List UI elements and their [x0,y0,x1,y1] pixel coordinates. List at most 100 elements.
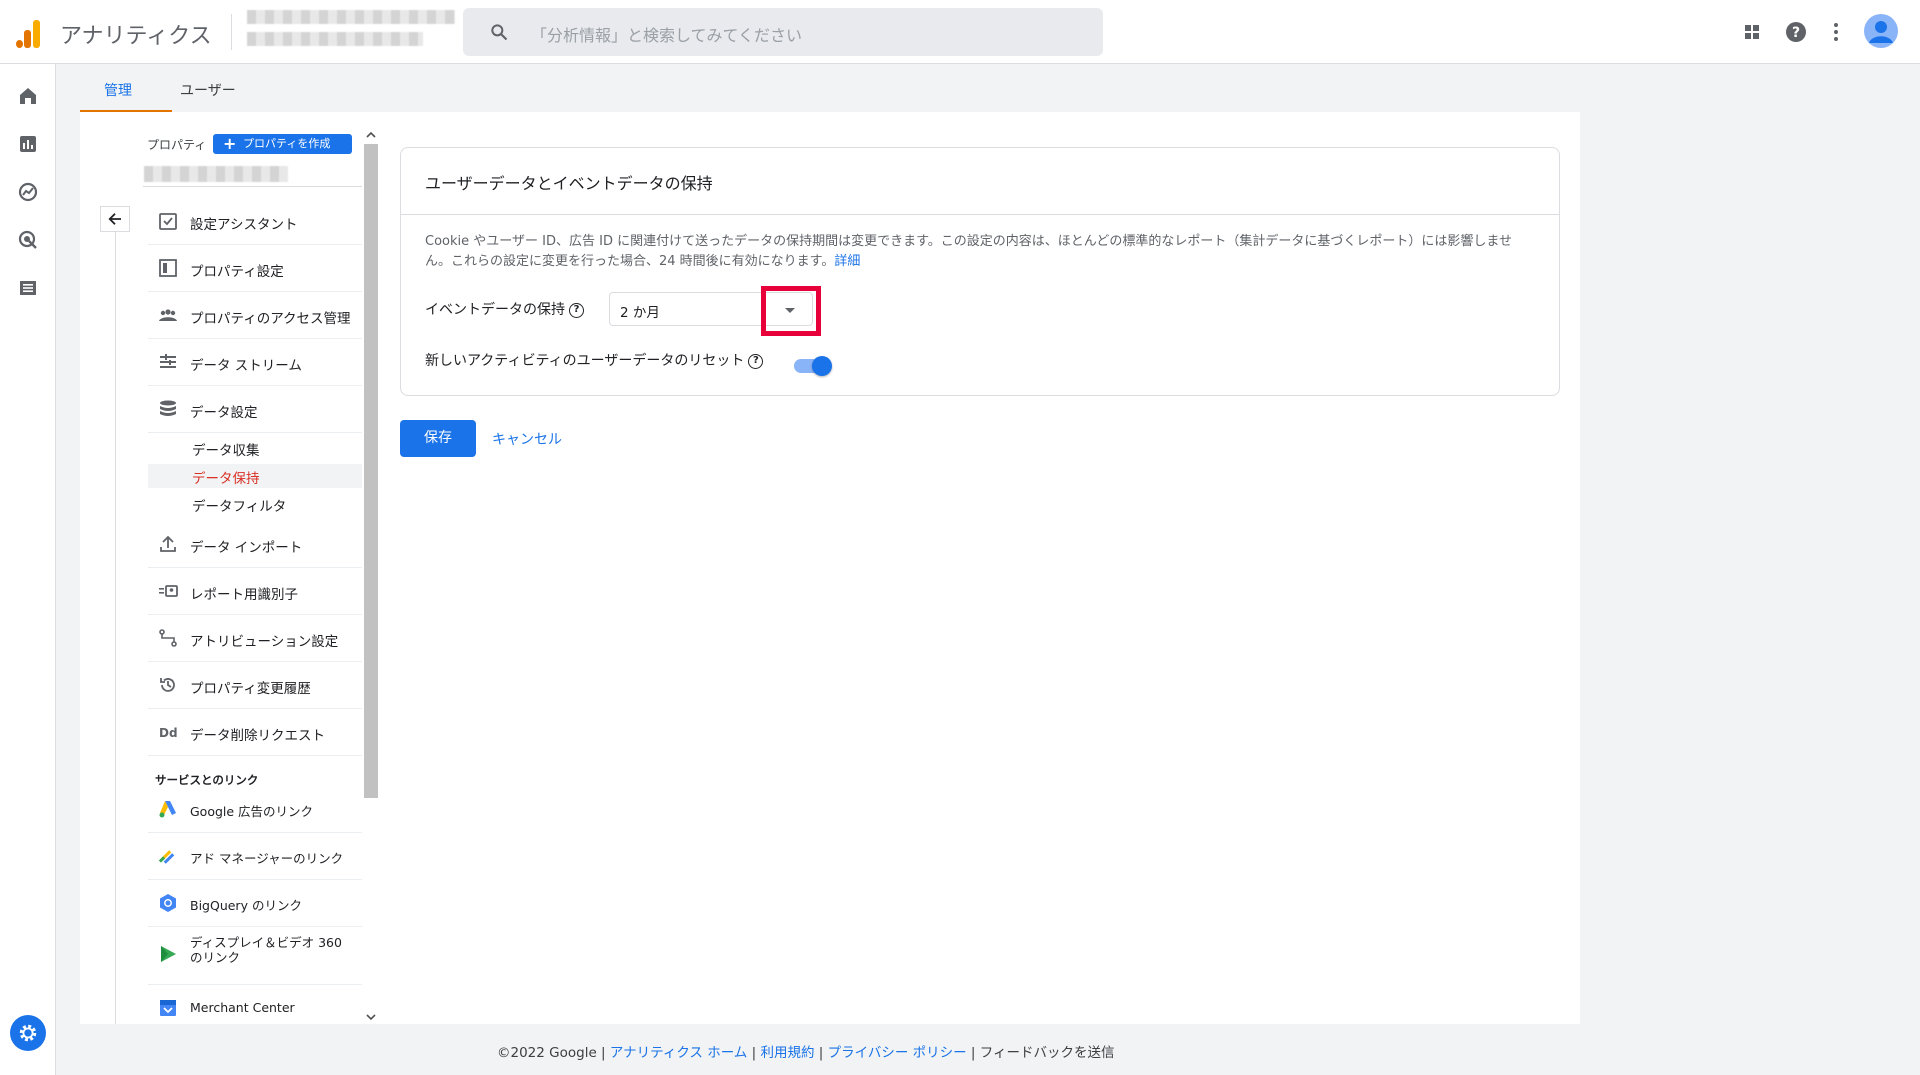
sidebar-item-dv360-links[interactable]: ディスプレイ＆ビデオ 360 のリンク [148,927,362,985]
dropdown-arrow-icon[interactable] [785,308,795,313]
search-placeholder: 「分析情報」と検索してみてください [531,26,803,45]
sidebar-item-label: Merchant Center [190,1000,295,1015]
history-icon [160,678,175,692]
footer-terms-link[interactable]: 利用規約 [760,1045,814,1061]
database-icon [160,400,176,416]
description-text: Cookie やユーザー ID、広告 ID に関連付けて送ったデータの保持期間は… [425,234,1513,269]
tab-user[interactable]: ユーザー [180,80,236,100]
details-link[interactable]: 詳細 [834,254,860,269]
property-selector-blurred[interactable] [144,166,288,182]
avatar[interactable] [1864,14,1898,48]
analytics-logo-icon[interactable] [14,16,42,48]
reports-icon[interactable] [16,132,40,156]
account-name-blurred[interactable] [247,10,455,24]
dd-icon: Dd [159,726,178,740]
sidebar-item-label: データ削除リクエスト [190,728,325,744]
merchant-center-icon [160,1000,176,1016]
event-retention-row: イベントデータの保持? [425,299,584,319]
plus-icon: + [223,134,237,153]
sidebar-item-google-ads-links[interactable]: Google 広告のリンク [148,786,362,833]
google-ads-icon [159,801,176,818]
sidebar-item-label: レポート用識別子 [190,587,298,603]
sidebar-item-setup-assistant[interactable]: 設定アシスタント [148,198,362,245]
dv360-icon [161,946,176,962]
sidebar-item-label: アド マネージャーのリンク [190,851,344,866]
svg-text:?: ? [1792,25,1800,41]
footer-feedback-link[interactable]: フィードバックを送信 [980,1045,1115,1061]
sidebar-item-label: 設定アシスタント [190,217,298,233]
more-vert-icon[interactable] [1824,20,1848,44]
sidebar-item-label: Google 広告のリンク [190,804,314,819]
sidebar-item-data-import[interactable]: データ インポート [148,521,362,568]
sidebar-subitem-data-filters[interactable]: データフィルタ [192,495,286,515]
title-divider [231,14,232,50]
apps-grid-icon[interactable] [1740,20,1764,44]
scroll-down-icon[interactable] [364,1010,378,1024]
ad-manager-icon [158,850,175,864]
attribution-icon [159,629,177,647]
sidebar-item-label: BigQuery のリンク [190,898,302,913]
people-icon [159,309,177,321]
scroll-up-icon[interactable] [364,128,378,142]
sidebar-item-label: データ ストリーム [190,358,302,374]
help-circle-icon[interactable]: ? [569,302,584,318]
data-retention-card: ユーザーデータとイベントデータの保持 Cookie やユーザー ID、広告 ID… [400,147,1560,396]
admin-settings-button[interactable] [10,1015,46,1051]
footer-privacy-link[interactable]: プライバシー ポリシー [828,1045,967,1061]
footer-copyright: ©2022 Google [497,1045,597,1061]
tab-admin[interactable]: 管理 [104,80,132,100]
help-circle-icon[interactable]: ? [748,353,764,369]
property-settings-icon [159,259,177,277]
svg-text:Dd: Dd [159,726,178,740]
sidebar-item-label: プロパティのアクセス管理 [190,311,351,327]
app-title: アナリティクス [60,24,212,49]
toggle-knob[interactable] [812,356,832,376]
sidebar-item-label: プロパティ変更履歴 [190,681,311,697]
sidebar-item-reporting-identity[interactable]: レポート用識別子 [148,568,362,615]
sidebar-item-change-history[interactable]: プロパティ変更履歴 [148,662,362,709]
advertising-icon[interactable] [16,228,40,252]
sidebar-item-property-settings[interactable]: プロパティ設定 [148,245,362,292]
sidebar-item-merchant-center[interactable]: Merchant Center [148,985,362,1032]
sidebar-scrollbar-thumb[interactable] [364,144,378,798]
sidebar-item-attribution-settings[interactable]: アトリビューション設定 [148,615,362,662]
cancel-button[interactable]: キャンセル [492,429,562,449]
sidebar-item-label: アトリビューション設定 [190,634,339,650]
home-icon[interactable] [16,84,40,108]
sidebar-divider [143,186,362,187]
top-bar: アナリティクス 「分析情報」と検索してみてください ? [0,0,1920,64]
sidebar-subitem-data-collection[interactable]: データ収集 [192,439,260,459]
create-property-button[interactable]: + プロパティを作成 [213,134,352,154]
search-icon [491,24,508,41]
back-button[interactable] [100,206,130,232]
sidebar-item-ad-manager-links[interactable]: アド マネージャーのリンク [148,833,362,880]
explore-icon[interactable] [16,180,40,204]
identity-icon [159,585,178,597]
event-retention-label: イベントデータの保持 [425,302,565,318]
sidebar-item-label: ディスプレイ＆ビデオ 360 のリンク [190,935,342,965]
bigquery-icon [160,894,176,912]
configure-icon[interactable] [16,276,40,300]
sidebar-item-label: データ設定 [190,405,258,421]
create-property-label: プロパティを作成 [243,137,331,150]
card-divider [401,214,1559,215]
sidebar-guide-line [115,232,116,1024]
help-icon[interactable]: ? [1784,20,1808,44]
reset-user-data-label: 新しいアクティビティのユーザーデータのリセット [425,353,745,369]
sidebar-item-data-deletion[interactable]: Dd データ削除リクエスト [148,709,362,756]
save-button[interactable]: 保存 [400,420,476,457]
footer-home-link[interactable]: アナリティクス ホーム [610,1045,747,1061]
search-bar[interactable]: 「分析情報」と検索してみてください [463,8,1103,56]
sidebar-item-bigquery-links[interactable]: BigQuery のリンク [148,880,362,927]
card-title: ユーザーデータとイベントデータの保持 [425,174,713,193]
gear-icon [19,1024,37,1042]
sidebar-item-data-settings[interactable]: データ設定 [148,386,362,433]
sidebar-subitem-data-retention[interactable]: データ保持 [192,467,260,487]
sidebar-item-access-management[interactable]: プロパティのアクセス管理 [148,292,362,339]
left-nav-rail [0,64,56,1075]
sidebar-item-data-streams[interactable]: データ ストリーム [148,339,362,386]
upload-icon [160,535,176,552]
checklist-icon [159,213,177,230]
property-name-blurred[interactable] [247,32,423,46]
card-description: Cookie やユーザー ID、広告 ID に関連付けて送ったデータの保持期間は… [425,232,1535,272]
